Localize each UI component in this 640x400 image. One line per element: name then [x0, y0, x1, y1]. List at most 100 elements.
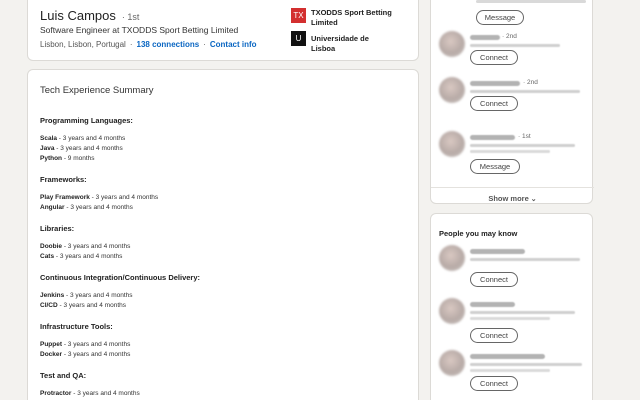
avatar[interactable]	[439, 77, 465, 103]
university-logo-icon: U	[291, 31, 306, 46]
skill-section: Test and QA: Protractor - 3 years and 4 m…	[40, 371, 410, 399]
skill-duration: - 3 years and 4 months	[62, 341, 131, 348]
skill-section-heading: Infrastructure Tools:	[40, 322, 113, 331]
skill-duration: - 3 years and 4 months	[62, 243, 131, 250]
skill-name: Doobie	[40, 243, 63, 250]
connection-degree: · 1st	[518, 133, 531, 140]
skill-duration: - 3 years and 4 months	[54, 145, 123, 152]
connection-degree: · 1st	[121, 12, 140, 22]
education-org[interactable]: U Universidade de Lisboa	[291, 31, 393, 54]
connection-degree: · 2nd	[523, 79, 538, 86]
skill-name: Scala	[40, 135, 57, 142]
name-row: Luis Campos · 1st	[40, 8, 139, 23]
connect-button[interactable]: Connect	[470, 96, 518, 111]
skill-name: Docker	[40, 351, 63, 358]
skill-duration: - 9 months	[62, 155, 95, 162]
skill-duration: - 3 years and 4 months	[62, 351, 131, 358]
avatar[interactable]	[439, 31, 465, 57]
experience-org[interactable]: TX TXODDS Sport Betting Limited	[291, 8, 393, 28]
avatar[interactable]	[439, 298, 465, 324]
skill-name: Puppet	[40, 341, 63, 348]
avatar[interactable]	[439, 350, 465, 376]
skill-item: Play Framework - 3 years and 4 months	[40, 193, 410, 203]
show-more-label: Show more	[488, 194, 529, 203]
skill-item: Java - 3 years and 4 months	[40, 144, 410, 154]
skill-name: Java	[40, 145, 55, 152]
skill-section-heading: Programming Languages:	[40, 116, 133, 125]
profile-headline: Software Engineer at TXODDS Sport Bettin…	[40, 25, 239, 35]
skill-item: CI/CD - 3 years and 4 months	[40, 301, 410, 311]
blurred-headline	[470, 311, 575, 314]
connect-button[interactable]: Connect	[470, 328, 518, 343]
skill-section-heading: Libraries:	[40, 224, 75, 233]
about-card: Tech Experience Summary Programming Lang…	[27, 69, 419, 400]
skill-name: Angular	[40, 204, 65, 211]
skill-duration: - 3 years and 4 months	[71, 390, 140, 397]
avatar[interactable]	[439, 245, 465, 271]
skill-item: Scala - 3 years and 4 months	[40, 134, 410, 144]
skill-name: Jenkins	[40, 292, 65, 299]
connections-link[interactable]: 138 connections	[137, 40, 200, 49]
profile-location: Lisbon, Lisbon, Portugal	[40, 40, 126, 49]
skill-duration: - 3 years and 4 months	[64, 292, 133, 299]
skill-item: Jenkins - 3 years and 4 months	[40, 291, 410, 301]
skill-item: Docker - 3 years and 4 months	[40, 350, 410, 360]
profile-name: Luis Campos	[40, 8, 116, 23]
separator: ·	[129, 40, 133, 49]
message-button[interactable]: Message	[476, 10, 524, 25]
connect-button[interactable]: Connect	[470, 272, 518, 287]
skill-name: CI/CD	[40, 302, 58, 309]
pymk-title: People you may know	[439, 229, 518, 238]
experience-org-name: TXODDS Sport Betting Limited	[311, 8, 392, 28]
contact-info-link[interactable]: Contact info	[210, 40, 257, 49]
blurred-headline	[470, 44, 560, 47]
profile-meta: Lisbon, Lisbon, Portugal · 138 connectio…	[40, 40, 257, 49]
blurred-name	[470, 302, 515, 307]
skill-duration: - 3 years and 4 months	[57, 302, 127, 309]
skill-name: Cats	[40, 253, 55, 260]
blurred-name	[470, 249, 525, 254]
blurred-headline	[470, 369, 550, 372]
blurred-headline	[470, 90, 580, 93]
separator: ·	[203, 40, 206, 49]
blurred-text	[476, 0, 586, 3]
connect-button[interactable]: Connect	[470, 376, 518, 391]
skill-duration: - 3 years and 4 months	[64, 204, 133, 211]
skill-item: Cats - 3 years and 4 months	[40, 252, 410, 262]
profile-top-card: Luis Campos · 1st Software Engineer at T…	[27, 0, 419, 61]
skill-item: Puppet - 3 years and 4 months	[40, 340, 410, 350]
chevron-down-icon: ⌄	[530, 196, 537, 203]
txodds-logo-icon: TX	[291, 8, 306, 23]
show-more-button[interactable]: Show more ⌄	[431, 187, 594, 205]
connect-button[interactable]: Connect	[470, 50, 518, 65]
about-title: Tech Experience Summary	[40, 85, 154, 96]
skill-section: Infrastructure Tools: Puppet - 3 years an…	[40, 322, 410, 360]
skill-section: Continuous Integration/Continuous Delive…	[40, 273, 410, 311]
message-button[interactable]: Message	[470, 159, 520, 174]
education-org-name: Universidade de Lisboa	[311, 34, 369, 54]
skill-duration: - 3 years and 4 months	[89, 194, 159, 201]
skill-section: Libraries: Doobie - 3 years and 4 months C…	[40, 224, 410, 262]
skill-item: Protractor - 3 years and 4 months	[40, 389, 410, 399]
skill-section-heading: Continuous Integration/Continuous Delive…	[40, 273, 200, 282]
people-also-viewed-card: Message · 2nd Connect · 2nd Connect · 1s…	[430, 0, 594, 205]
skill-duration: - 3 years and 4 months	[54, 253, 123, 260]
blurred-headline	[470, 150, 550, 153]
blurred-name	[470, 135, 515, 140]
people-you-may-know-card: People you may know Connect Connect Conn…	[430, 213, 593, 400]
about-body: Programming Languages: Scala - 3 years an…	[40, 116, 410, 400]
blurred-name	[470, 35, 500, 40]
skill-section-heading: Test and QA:	[40, 371, 87, 380]
blurred-name	[470, 354, 545, 359]
skill-item: Python - 9 months	[40, 154, 410, 164]
blurred-headline	[470, 363, 582, 366]
avatar[interactable]	[439, 131, 465, 157]
skill-name: Play Framework	[40, 194, 90, 201]
skill-item: Angular - 3 years and 4 months	[40, 203, 410, 213]
skill-item: Doobie - 3 years and 4 months	[40, 242, 410, 252]
blurred-headline	[470, 258, 580, 261]
connection-degree: · 2nd	[502, 33, 517, 40]
skill-section: Programming Languages: Scala - 3 years an…	[40, 116, 410, 164]
skill-section-heading: Frameworks:	[40, 175, 87, 184]
blurred-headline	[470, 144, 575, 147]
